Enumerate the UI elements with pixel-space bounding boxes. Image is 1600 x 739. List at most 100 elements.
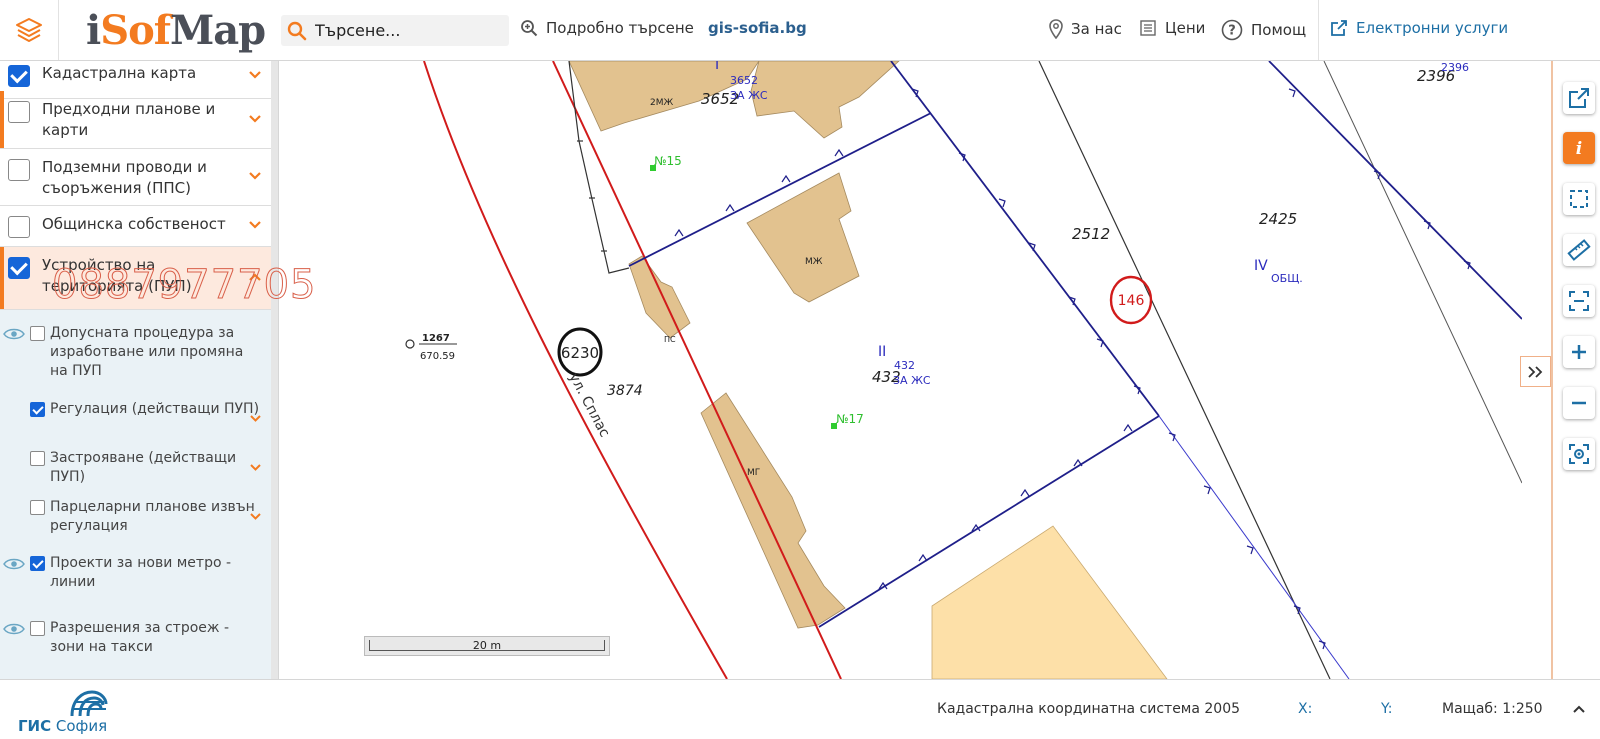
layer-municipal-property[interactable]: Общинска собственост	[0, 206, 272, 247]
chevron-up-icon[interactable]	[248, 272, 262, 282]
layer-checkbox[interactable]	[8, 101, 30, 123]
ruler-icon	[1567, 239, 1591, 261]
sublayer-building-permits[interactable]: Разрешения за строеж - зони на такси	[0, 619, 272, 659]
layer-underground-utilities[interactable]: Подземни проводи и съоръжения (ППС)	[0, 149, 272, 206]
chevron-up-icon[interactable]	[1572, 704, 1586, 714]
map-label: 670.59	[420, 351, 455, 362]
sublayer-metro-projects[interactable]: Проекти за нови метро - линии	[0, 554, 272, 594]
footer: ГИС София Кадастрална координатна систем…	[0, 679, 1600, 739]
layer-checkbox[interactable]	[8, 257, 30, 279]
double-chevron-right-icon	[1527, 365, 1542, 378]
map-label: 2425	[1259, 210, 1297, 228]
info-button[interactable]: i	[1563, 132, 1595, 164]
black-ticks	[577, 140, 607, 252]
sublayer-procedure[interactable]: Допусната процедура за изработване или п…	[0, 324, 272, 384]
map-label: ЗА ЖС	[893, 374, 931, 387]
building-large	[931, 525, 1168, 679]
expand-panel-button[interactable]	[1520, 356, 1551, 387]
plus-icon	[1572, 345, 1586, 359]
layers-sidebar: Кадастрална карта Предходни планове и ка…	[0, 61, 279, 679]
price-list-icon	[1140, 20, 1156, 36]
map-label: II	[878, 344, 886, 360]
map-label: 3652	[730, 74, 758, 87]
chevron-down-icon[interactable]	[248, 171, 262, 181]
chevron-down-icon[interactable]	[249, 463, 262, 472]
map-label: 2512	[1072, 225, 1110, 243]
scale-readout[interactable]: Мащаб: 1:250	[1442, 701, 1543, 717]
map-canvas[interactable]: I 3652 3652 ЗА ЖС 2МЖ №15 МЖ ПС МГ №17 I…	[279, 61, 1522, 679]
zoom-search-icon	[521, 20, 538, 37]
map-label: 146	[1118, 293, 1145, 309]
layer-checkbox[interactable]	[8, 65, 30, 87]
scale-bar: 20 m	[364, 636, 610, 656]
regulation-line-right	[552, 61, 842, 679]
layer-previous-plans[interactable]: Предходни планове и карти	[0, 91, 272, 149]
help-icon: ?	[1221, 19, 1243, 41]
parcel-line-blue-low	[1158, 415, 1350, 679]
gis-sofia-link[interactable]: gis-sofia.bg	[708, 19, 807, 37]
full-extent-button[interactable]	[1563, 285, 1595, 317]
map-label: 1267	[422, 333, 450, 344]
gis-globe-icon	[70, 690, 108, 717]
y-coordinate-label: Y:	[1381, 701, 1393, 717]
eservices-link[interactable]: Електронни услуги	[1330, 19, 1508, 37]
map-label: МГ	[747, 468, 760, 478]
sublayer-list: Допусната процедура за изработване или п…	[0, 310, 272, 679]
sublayer-checkbox[interactable]	[30, 451, 45, 466]
map-label: ОБЩ.	[1271, 272, 1303, 285]
prices-link[interactable]: Цени	[1139, 19, 1205, 37]
sublayer-building[interactable]: Застрояване (действащи ПУП)	[0, 449, 272, 489]
minus-icon	[1572, 401, 1586, 405]
coordinate-system-label: Кадастрална координатна система 2005	[937, 701, 1241, 717]
search-box	[281, 15, 509, 46]
measure-button[interactable]	[1563, 234, 1595, 266]
map-label: 2МЖ	[650, 98, 673, 108]
help-link[interactable]: ? Помощ	[1221, 19, 1306, 41]
chevron-down-icon[interactable]	[248, 114, 262, 124]
layer-checkbox[interactable]	[8, 216, 30, 238]
sublayer-parcel-plans[interactable]: Парцеларни планове извън регулация	[0, 498, 272, 538]
sublayer-checkbox[interactable]	[30, 621, 45, 636]
layer-checkbox[interactable]	[8, 159, 30, 181]
eye-icon[interactable]	[3, 557, 25, 571]
info-icon: i	[1576, 139, 1582, 158]
map-label: №17	[836, 412, 864, 426]
chevron-down-icon[interactable]	[249, 512, 262, 521]
map-label: №15	[654, 154, 682, 168]
geodetic-point	[405, 339, 415, 349]
building-mj	[746, 172, 860, 303]
layers-toggle-button[interactable]	[0, 0, 59, 60]
about-link[interactable]: За нас	[1049, 19, 1122, 39]
sublayer-checkbox[interactable]	[30, 402, 45, 417]
sublayer-checkbox[interactable]	[30, 556, 45, 571]
x-coordinate-label: X:	[1298, 701, 1313, 717]
building-mg	[700, 392, 846, 629]
gis-sofia-logo[interactable]: ГИС София	[18, 690, 128, 736]
search-input[interactable]	[315, 21, 495, 40]
sublayer-checkbox[interactable]	[30, 326, 45, 341]
map-label: 2396	[1441, 61, 1469, 74]
eye-icon[interactable]	[3, 327, 25, 341]
isofmap-logo[interactable]: i Sof Map	[86, 6, 266, 54]
map-label: IV	[1254, 258, 1268, 274]
zoom-in-button[interactable]	[1563, 336, 1595, 368]
layer-territory-planning[interactable]: Устройство на територията (ПУП)	[0, 247, 272, 310]
map-toolbar: i	[1551, 61, 1600, 679]
eye-icon[interactable]	[3, 622, 25, 636]
parcel-boundary-black-far	[1323, 61, 1522, 484]
sublayer-checkbox[interactable]	[30, 500, 45, 515]
chevron-down-icon[interactable]	[248, 220, 262, 230]
map-label: 3874	[607, 383, 643, 399]
svg-text:?: ?	[1228, 24, 1236, 39]
advanced-search-link[interactable]: Подробно търсене	[520, 19, 694, 37]
chevron-down-icon[interactable]	[248, 70, 262, 80]
sidebar-scrollbar[interactable]	[271, 61, 278, 679]
select-area-button[interactable]	[1563, 183, 1595, 215]
share-button[interactable]	[1563, 82, 1595, 114]
my-location-button[interactable]	[1563, 438, 1595, 470]
header: iSofMap Подробно търсене gis-sofia.bg За…	[0, 0, 1600, 61]
zoom-out-button[interactable]	[1563, 387, 1595, 419]
sublayer-regulation[interactable]: Регулация (действащи ПУП)	[0, 400, 272, 440]
external-link-icon	[1331, 20, 1347, 36]
chevron-down-icon[interactable]	[249, 414, 262, 423]
